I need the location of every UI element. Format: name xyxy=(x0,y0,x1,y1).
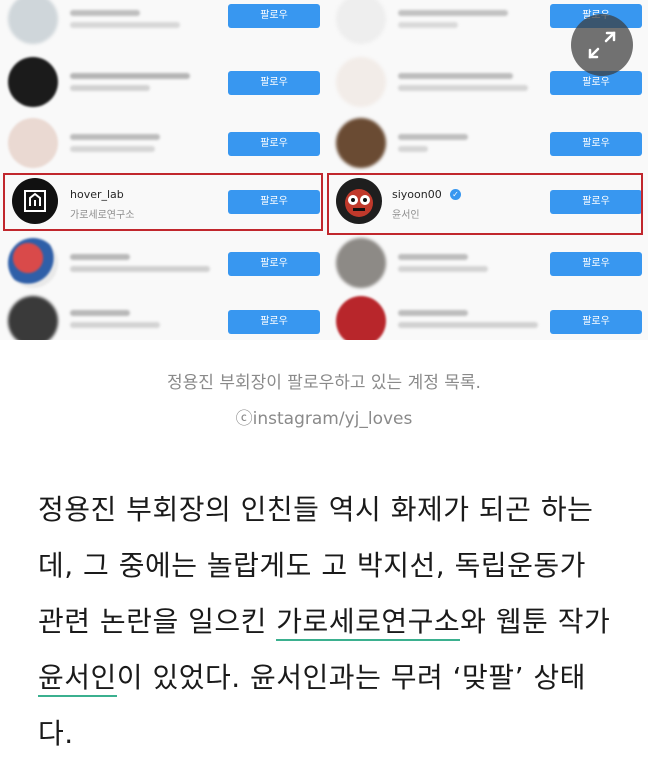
list-item: 팔로우 xyxy=(0,116,320,172)
follow-button[interactable]: 팔로우 xyxy=(228,132,320,156)
list-item: 팔로우 xyxy=(328,236,648,292)
highlight-box-siyoon00 xyxy=(327,173,643,235)
avatar xyxy=(8,118,58,168)
highlight-link-yoon-seo-in[interactable]: 윤서인 xyxy=(38,661,117,697)
article-paragraph: 정용진 부회장의 인친들 역시 화제가 되곤 하는데, 그 중에는 놀랍게도 고… xyxy=(38,482,618,762)
image-caption: 정용진 부회장이 팔로우하고 있는 계정 목록. xyxy=(167,373,481,393)
image-credit: ⓒinstagram/yj_loves xyxy=(235,409,413,429)
article-text: 이 있었다. 윤서인과는 무려 ‘맞팔’ 상태다. xyxy=(38,661,586,750)
follow-button[interactable]: 팔로우 xyxy=(550,252,642,276)
avatar xyxy=(336,0,386,44)
avatar xyxy=(8,57,58,107)
avatar xyxy=(336,296,386,340)
avatar xyxy=(336,238,386,288)
avatar xyxy=(8,0,58,44)
follow-button[interactable]: 팔로우 xyxy=(228,310,320,334)
highlight-box-hover-lab xyxy=(3,173,323,231)
avatar xyxy=(8,238,58,288)
expand-button[interactable] xyxy=(571,14,633,76)
list-item: 팔로우 xyxy=(0,294,320,340)
follow-button[interactable]: 팔로우 xyxy=(550,132,642,156)
article-text: 와 웹툰 작가 xyxy=(460,605,611,638)
follow-button[interactable]: 팔로우 xyxy=(228,4,320,28)
follow-button[interactable]: 팔로우 xyxy=(228,71,320,95)
list-item: 팔로우 xyxy=(0,0,320,48)
expand-arrows-icon xyxy=(588,31,616,59)
highlight-link-garosero[interactable]: 가로세로연구소 xyxy=(276,605,461,641)
list-item: 팔로우 xyxy=(0,236,320,292)
follow-button[interactable]: 팔로우 xyxy=(550,310,642,334)
avatar xyxy=(336,118,386,168)
avatar xyxy=(336,57,386,107)
follow-button[interactable]: 팔로우 xyxy=(228,252,320,276)
instagram-following-screenshot: 팔로우 팔로우 팔로우 hover_lab 가로세로연구소 팔로우 팔로우 팔로… xyxy=(0,0,648,340)
avatar xyxy=(8,296,58,340)
list-item: 팔로우 xyxy=(328,116,648,172)
list-item: 팔로우 xyxy=(328,294,648,340)
list-item: 팔로우 xyxy=(0,55,320,111)
